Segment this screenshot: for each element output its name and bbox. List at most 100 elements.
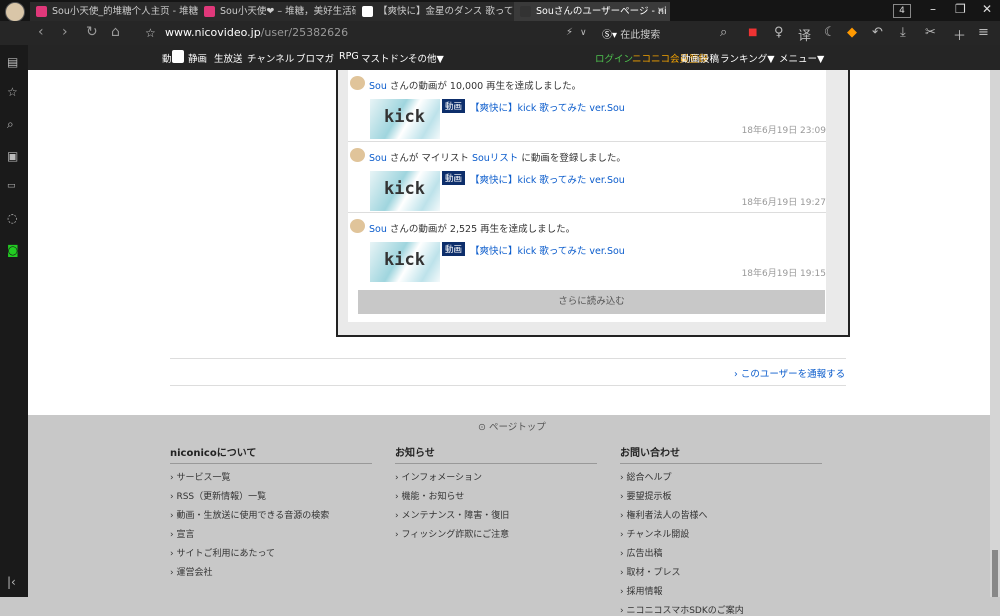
video-thumbnail[interactable]: kick <box>370 99 440 139</box>
nav-item[interactable]: ブロマガ <box>296 51 334 65</box>
footer-heading: お問い合わせ <box>620 444 822 464</box>
download-icon[interactable]: ⤓ <box>900 25 906 40</box>
adblock-icon[interactable]: ■ <box>748 27 757 38</box>
night-mode-icon[interactable]: ☾ <box>824 25 836 40</box>
nav-item[interactable]: 静画 <box>188 51 207 65</box>
forward-icon[interactable]: › <box>62 24 68 40</box>
menu-icon[interactable]: ≡ <box>978 25 989 40</box>
close-tab-icon[interactable]: ✕ <box>657 2 665 21</box>
feed-message: Sou さんの動画が 2,525 再生を達成しました。 <box>369 221 575 235</box>
divider <box>170 385 846 386</box>
chevron-down-icon[interactable]: ∨ <box>580 28 587 38</box>
user-avatar-icon[interactable] <box>350 219 365 233</box>
feed-message: Sou さんの動画が 10,000 再生を達成しました。 <box>369 78 581 92</box>
feed-date: 18年6月19日 19:27 <box>741 198 826 208</box>
search-input[interactable]: Ⓢ▾ 在此搜索 <box>602 26 660 41</box>
footer-column: お知らせ › インフォメーション › 機能・お知らせ › メンテナンス・障害・復旧 › … <box>395 444 597 540</box>
nav-item[interactable]: チャンネル <box>247 51 294 65</box>
user-link[interactable]: Souリスト <box>472 153 518 164</box>
notes-icon[interactable]: ▤ <box>7 55 18 69</box>
nav-item[interactable]: その他▼ <box>408 51 444 65</box>
footer-link[interactable]: › 広告出稿 <box>620 546 822 559</box>
user-link[interactable]: Sou <box>369 153 387 164</box>
video-title-link[interactable]: 【爽快に】kick 歌ってみた ver.Sou <box>470 100 625 114</box>
browser-tab[interactable]: Sou小天使❤ – 堆糖，美好生活研 <box>198 2 356 21</box>
lightning-icon[interactable]: ⚡ <box>566 27 573 38</box>
search-icon[interactable]: ⌕ <box>7 117 14 132</box>
maximize-icon[interactable]: ❐ <box>955 2 966 16</box>
scissors-icon[interactable]: ✂ <box>925 25 936 40</box>
footer-link[interactable]: › 取材・プレス <box>620 565 822 578</box>
minimize-icon[interactable]: – <box>930 2 936 16</box>
new-tab-icon[interactable]: ＋ <box>953 25 966 44</box>
video-thumbnail[interactable]: kick <box>370 171 440 211</box>
nav-item[interactable]: RPG <box>339 51 359 62</box>
browser-tab[interactable]: 【爽快に】金星のダンス 歌ってみ <box>356 2 514 21</box>
feed-date: 18年6月19日 19:15 <box>741 269 826 279</box>
collapse-sidebar-icon[interactable]: |‹ <box>7 575 16 589</box>
footer-column: お問い合わせ › 総合ヘルプ › 要望提示板 › 権利者法人の皆様へ › チャンネル開設… <box>620 444 822 616</box>
close-window-icon[interactable]: ✕ <box>982 2 992 16</box>
live-icon[interactable]: ▭ <box>7 181 16 191</box>
browser-tab[interactable]: Souさんのユーザーページ - ni ✕ <box>514 2 670 21</box>
footer-link[interactable]: › 採用情報 <box>620 584 822 597</box>
reload-icon[interactable]: ↻ <box>86 24 98 40</box>
nav-item[interactable]: メニュー▼ <box>779 51 824 65</box>
home-icon[interactable]: ⌂ <box>111 24 120 40</box>
footer-link[interactable]: › サイトご利用にあたって <box>170 546 372 559</box>
footer-link[interactable]: › インフォメーション <box>395 470 597 483</box>
footer-heading: お知らせ <box>395 444 597 464</box>
chat-icon[interactable]: ◌ <box>7 211 17 225</box>
login-link[interactable]: ログイン <box>595 51 633 65</box>
feed-date: 18年6月19日 23:09 <box>741 126 826 136</box>
url-field[interactable]: www.nicovideo.jp/user/25382626 <box>165 26 348 39</box>
bulb-icon[interactable]: ♀ <box>774 25 784 40</box>
footer-link[interactable]: › チャンネル開設 <box>620 527 822 540</box>
page-top-link[interactable]: ⊙ ページトップ <box>478 419 546 433</box>
user-link[interactable]: Sou <box>369 81 387 92</box>
nav-item[interactable]: マストドン <box>361 51 409 65</box>
user-avatar-icon[interactable] <box>350 148 365 162</box>
browser-tab[interactable]: Sou小天使_的堆糖个人主页 - 堆糖 <box>30 2 198 21</box>
footer-link[interactable]: › RSS（更新情報）一覧 <box>170 489 372 502</box>
load-more-button[interactable]: さらに読み込む <box>358 290 825 314</box>
thumbnail-text: kick <box>384 250 425 270</box>
report-user-link[interactable]: › このユーザーを通報する <box>734 366 845 380</box>
star-icon[interactable]: ☆ <box>7 85 18 99</box>
footer-link[interactable]: › 機能・お知らせ <box>395 489 597 502</box>
footer-link[interactable]: › ニコニコスマホSDKのご案内 <box>620 603 822 616</box>
scrollbar-thumb[interactable] <box>992 550 998 597</box>
video-title-link[interactable]: 【爽快に】kick 歌ってみた ver.Sou <box>470 172 625 186</box>
tab-label: 【爽快に】金星のダンス 歌ってみ <box>378 6 514 17</box>
scrollbar[interactable] <box>990 70 1000 597</box>
user-link[interactable]: Sou <box>369 224 387 235</box>
profile-avatar[interactable] <box>5 2 25 22</box>
divider <box>170 358 846 359</box>
bookmark-star-icon[interactable]: ☆ <box>145 26 156 40</box>
footer-link[interactable]: › メンテナンス・障害・復旧 <box>395 508 597 521</box>
footer-link[interactable]: › 宣言 <box>170 527 372 540</box>
nav-item[interactable]: 動画投稿 <box>681 51 719 65</box>
footer-link[interactable]: › 要望提示板 <box>620 489 822 502</box>
footer-link[interactable]: › 動画・生放送に使用できる音源の検索 <box>170 508 372 521</box>
nav-item[interactable]: 生放送 <box>214 51 243 65</box>
footer-link[interactable]: › 権利者法人の皆様へ <box>620 508 822 521</box>
video-thumbnail[interactable]: kick <box>370 242 440 282</box>
translate-icon[interactable]: 译 <box>798 25 811 44</box>
back-icon[interactable]: ‹ <box>38 24 44 40</box>
footer-link[interactable]: › サービス一覧 <box>170 470 372 483</box>
app-icon[interactable]: ◙ <box>7 243 19 257</box>
user-avatar-icon[interactable] <box>350 76 365 90</box>
feed-message: Sou さんが マイリスト Souリスト に動画を登録しました。 <box>369 150 626 164</box>
undo-icon[interactable]: ↶ <box>872 25 883 40</box>
game-icon[interactable]: ◆ <box>847 25 857 40</box>
nav-item[interactable]: ランキング▼ <box>720 51 775 65</box>
tab-count[interactable]: 4 <box>893 4 911 18</box>
search-icon[interactable]: ⌕ <box>720 25 727 40</box>
footer-link[interactable]: › 総合ヘルプ <box>620 470 822 483</box>
video-icon[interactable]: ▣ <box>7 149 18 163</box>
footer-link[interactable]: › フィッシング詐欺にご注意 <box>395 527 597 540</box>
video-title-link[interactable]: 【爽快に】kick 歌ってみた ver.Sou <box>470 243 625 257</box>
footer-link[interactable]: › 運営会社 <box>170 565 372 578</box>
nav-item[interactable]: 動画 <box>162 51 181 65</box>
